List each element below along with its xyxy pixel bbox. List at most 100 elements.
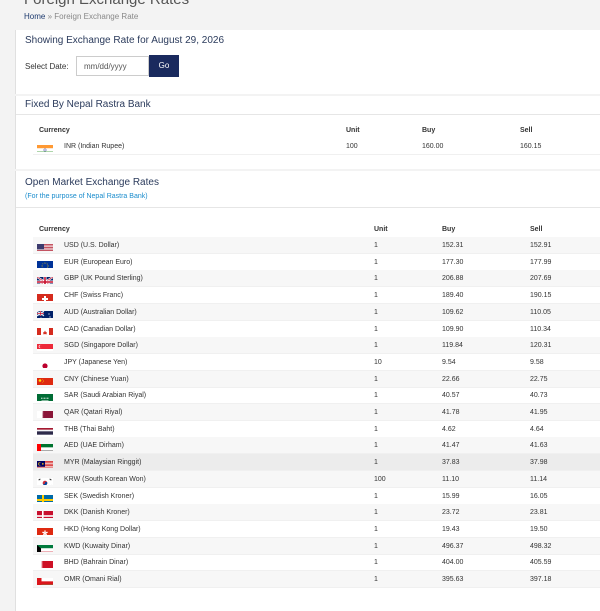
denmark-flag-icon: [37, 508, 53, 518]
buy-value: 4.62: [442, 426, 456, 433]
table-row: BHD (Bahrain Dinar)1404.00405.59: [33, 554, 600, 571]
buy-value: 109.90: [442, 326, 463, 333]
currency-name: GBP (UK Pound Sterling): [64, 275, 143, 282]
buy-value: 22.66: [442, 376, 460, 383]
buy-value: 177.30: [442, 259, 463, 266]
currency-name: MYR (Malaysian Ringgit): [64, 459, 141, 466]
currency-name: QAR (Qatari Riyal): [64, 409, 122, 416]
unit-value: 1: [374, 526, 378, 533]
table-row: OMR (Omani Rial)1395.63397.18: [33, 571, 600, 588]
date-panel: Showing Exchange Rate for August 29, 202…: [15, 30, 600, 94]
singapore-flag-icon: [37, 341, 53, 351]
sell-value: 11.14: [530, 476, 547, 483]
sell-value: 23.81: [530, 509, 548, 516]
sell-value: 19.50: [530, 526, 548, 533]
go-button[interactable]: Go: [149, 55, 179, 77]
breadcrumb-separator: »: [48, 12, 52, 21]
open-market-panel: Open Market Exchange Rates (For the purp…: [15, 171, 600, 611]
sell-value: 120.31: [530, 342, 551, 349]
table-row: HKD (Hong Kong Dollar) 1 19.43 19.50: [33, 521, 600, 538]
unit-value: 1: [374, 376, 378, 383]
currency-name: KRW (South Korean Won): [64, 476, 146, 483]
currency-name: HKD (Hong Kong Dollar): [64, 526, 141, 533]
unit-value: 1: [374, 459, 378, 466]
unit-value: 1: [374, 509, 378, 516]
uk-flag-icon: [37, 274, 53, 284]
col-buy: Buy: [422, 127, 435, 134]
buy-value: 19.43: [442, 526, 460, 533]
malaysia-flag-icon: [37, 458, 53, 468]
buy-value: 41.47: [442, 442, 460, 449]
table-row: SGD (Singapore Dollar)1119.84120.31: [33, 337, 600, 354]
divider: [16, 114, 600, 115]
table-row: DKK (Danish Kroner)123.7223.81: [33, 504, 600, 521]
sell-value: 498.32: [530, 543, 551, 550]
unit-value: 1: [374, 543, 378, 550]
unit-value: 1: [374, 409, 378, 416]
divider: [16, 207, 600, 208]
col-sell: Sell: [530, 226, 542, 233]
india-flag-icon: [37, 142, 53, 152]
table-row: CAD (Canadian Dollar)1109.90110.34: [33, 321, 600, 338]
unit-value: 1: [374, 259, 378, 266]
table-row: EUR (European Euro)1177.30177.99: [33, 254, 600, 271]
bahrain-flag-icon: [37, 558, 53, 568]
sell-value: 41.63: [530, 442, 548, 449]
unit-value: 1: [374, 309, 378, 316]
china-flag-icon: [37, 375, 53, 385]
table-row: CHF (Swiss Franc)1189.40190.15: [33, 287, 600, 304]
col-unit: Unit: [346, 127, 360, 134]
buy-value: 206.88: [442, 275, 463, 282]
hong-kong-flag-icon: [37, 525, 53, 535]
currency-name: SEK (Swedish Kroner): [64, 493, 134, 500]
currency-name: KWD (Kuwaity Dinar): [64, 543, 130, 550]
japan-flag-icon: [37, 358, 53, 368]
currency-name: THB (Thai Baht): [64, 426, 115, 433]
sell-value: 40.73: [530, 392, 548, 399]
buy-value: 496.37: [442, 543, 463, 550]
unit-value: 1: [374, 392, 378, 399]
sweden-flag-icon: [37, 492, 53, 502]
unit-value: 100: [346, 143, 358, 150]
date-input[interactable]: mm/dd/yyyy: [76, 56, 149, 76]
currency-name: CAD (Canadian Dollar): [64, 326, 136, 333]
sell-value: 160.15: [520, 143, 541, 150]
unit-value: 1: [374, 242, 378, 249]
currency-name: SAR (Saudi Arabian Riyal): [64, 392, 146, 399]
open-market-heading: Open Market Exchange Rates: [25, 177, 159, 188]
unit-value: 1: [374, 559, 378, 566]
currency-name: DKK (Danish Kroner): [64, 509, 130, 516]
table-row: JPY (Japanese Yen)109.549.58: [33, 354, 600, 371]
sell-value: 4.64: [530, 426, 544, 433]
table-row: QAR (Qatari Riyal) 1 41.78 41.95: [33, 404, 600, 421]
buy-value: 109.62: [442, 309, 463, 316]
fixed-rate-heading: Fixed By Nepal Rastra Bank: [25, 99, 151, 110]
sell-value: 207.69: [530, 275, 551, 282]
thailand-flag-icon: [37, 425, 53, 435]
buy-value: 37.83: [442, 459, 460, 466]
sell-value: 41.95: [530, 409, 548, 416]
buy-value: 40.57: [442, 392, 460, 399]
col-unit: Unit: [374, 226, 388, 233]
unit-value: 1: [374, 442, 378, 449]
breadcrumb-home-link[interactable]: Home: [24, 12, 45, 21]
sell-value: 152.91: [530, 242, 551, 249]
table-row: AED (UAE Dirham)141.4741.63: [33, 437, 600, 454]
unit-value: 1: [374, 326, 378, 333]
currency-name: INR (Indian Rupee): [64, 143, 124, 150]
currency-name: AUD (Australian Dollar): [64, 309, 137, 316]
canada-flag-icon: [37, 325, 53, 335]
table-row: GBP (UK Pound Sterling)1206.88207.69: [33, 270, 600, 287]
buy-value: 41.78: [442, 409, 460, 416]
fixed-rate-panel: Fixed By Nepal Rastra Bank Currency Unit…: [15, 96, 600, 169]
unit-value: 1: [374, 493, 378, 500]
buy-value: 152.31: [442, 242, 463, 249]
sell-value: 177.99: [530, 259, 551, 266]
oman-flag-icon: [37, 575, 53, 585]
unit-value: 100: [374, 476, 386, 483]
unit-value: 1: [374, 342, 378, 349]
table-row: AUD (Australian Dollar)1109.62110.05: [33, 304, 600, 321]
currency-name: JPY (Japanese Yen): [64, 359, 127, 366]
sell-value: 16.05: [530, 493, 548, 500]
swiss-flag-icon: [37, 291, 53, 301]
